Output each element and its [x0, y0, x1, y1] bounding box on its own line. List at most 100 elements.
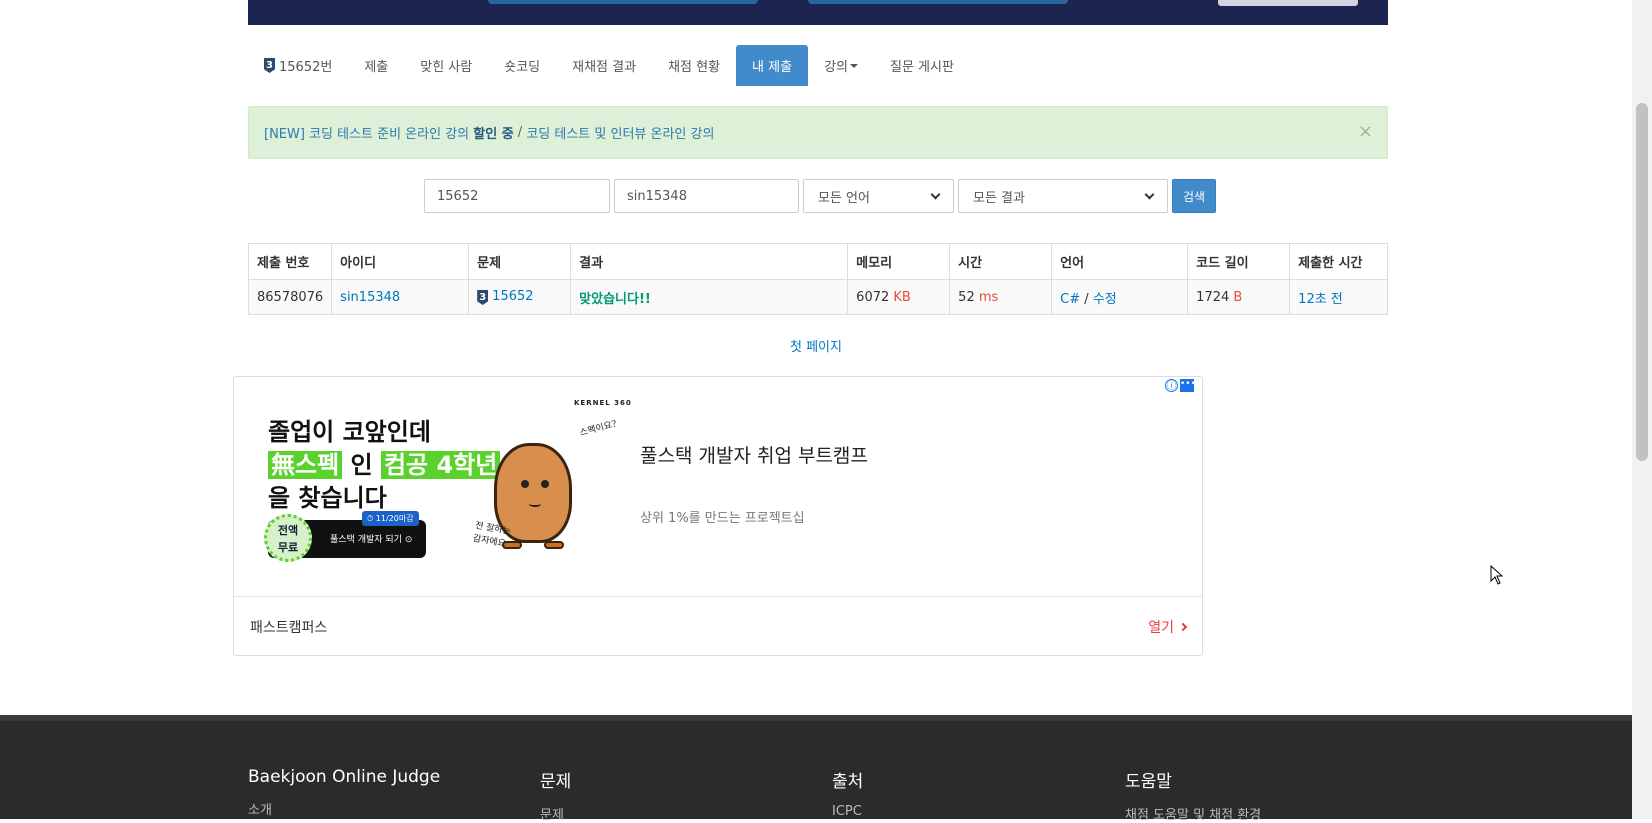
footer-col-sources: 출처 ICPC [832, 767, 863, 819]
tab-solved-users[interactable]: 맞힌 사람 [404, 45, 488, 86]
problem-tabs: 3 15652번 제출 맞힌 사람 숏코딩 재채점 결과 채점 현황 내 제출 … [248, 45, 970, 87]
ad-advertiser: 패스트캠퍼스 [250, 619, 328, 636]
problem-number: 15652 [492, 289, 534, 304]
mascot-foot [544, 541, 564, 549]
alert-text: [NEW] 코딩 테스트 준비 온라인 강의 [264, 127, 474, 142]
tab-label: 15652번 [279, 60, 333, 75]
tab-short-coding[interactable]: 숏코딩 [488, 45, 556, 86]
col-result: 결과 [570, 243, 849, 280]
result-status: 맞았습니다!! [579, 291, 651, 307]
search-button[interactable]: 검색 [1172, 179, 1216, 213]
tab-rejudge-results[interactable]: 재채점 결과 [556, 45, 652, 86]
memory-unit: KB [893, 289, 911, 305]
footer-heading: 출처 [832, 772, 864, 792]
language-link[interactable]: C# [1060, 292, 1080, 307]
tab-lectures-dropdown[interactable]: 강의 [808, 45, 874, 86]
edit-link[interactable]: 수정 [1093, 292, 1117, 307]
submission-table: 제출 번호 아이디 문제 결과 메모리 시간 언어 코드 길이 제출한 시간 8… [247, 243, 1388, 315]
footer-col-help: 도움말 채점 도움말 및 채점 환경 [1125, 767, 1261, 823]
col-language: 언어 [1051, 243, 1189, 280]
col-time: 시간 [949, 243, 1053, 280]
banner-graphic [488, 0, 758, 4]
ad-image[interactable]: KERNEL 360 졸업이 코앞인데 無스펙 인 컴공 4학년 을 찾습니다 … [254, 393, 644, 565]
footer-heading: Baekjoon Online Judge [248, 767, 441, 787]
footer-link-icpc[interactable]: ICPC [832, 804, 863, 819]
language-select[interactable]: 모든 언어 [803, 179, 954, 213]
page-scrollbar[interactable] [1632, 0, 1652, 819]
tab-my-submissions[interactable]: 내 제출 [736, 45, 809, 86]
ad-open-button[interactable]: 열기 [1148, 617, 1188, 637]
mascot-eye [521, 480, 529, 488]
ad-title[interactable]: 풀스택 개발자 취업 부트캠프 [640, 441, 868, 468]
chevron-down-icon [930, 189, 941, 199]
submitted-time-link[interactable]: 12초 전 [1298, 292, 1343, 307]
user-id-input[interactable] [614, 179, 799, 213]
close-icon[interactable]: × [1358, 121, 1373, 142]
ad-open-label: 열기 [1148, 619, 1174, 636]
code-length-cell: 1724 B [1187, 279, 1291, 315]
tab-judge-status[interactable]: 채점 현황 [652, 45, 736, 86]
ad-highlight: 無스펙 [268, 451, 343, 479]
ad-cta-text: 풀스택 개발자 되기 ⊙ [330, 535, 413, 545]
col-submission-id: 제출 번호 [247, 243, 333, 280]
mascot-eye [541, 480, 549, 488]
free-badge: 전액 무료 [264, 514, 312, 562]
col-code-length: 코드 길이 [1187, 243, 1291, 280]
mouse-cursor-icon [1490, 565, 1504, 585]
chevron-right-icon [1178, 622, 1188, 631]
chevron-down-icon [1144, 189, 1155, 199]
col-problem: 문제 [468, 243, 572, 280]
language-separator: / [1080, 291, 1093, 307]
ad-subtitle: 상위 1%를 만드는 프로젝트십 [640, 511, 805, 526]
problem-id-input[interactable] [424, 179, 610, 213]
tab-label: 강의 [824, 60, 848, 75]
memory-value: 6072 [856, 289, 890, 305]
footer-link-about[interactable]: 소개 [248, 799, 440, 818]
ad-headline-3: 을 찾습니다 [268, 484, 387, 512]
first-page-link[interactable]: 첫 페이지 [0, 336, 1632, 355]
col-memory: 메모리 [847, 243, 951, 280]
problem-link[interactable]: 3 15652 [477, 289, 534, 305]
code-length-value: 1724 [1196, 289, 1230, 305]
footer-link-problems[interactable]: 문제 [540, 804, 571, 823]
memory-cell: 6072 KB [847, 279, 951, 315]
sponsored-ad[interactable]: ⓘ ••• KERNEL 360 졸업이 코앞인데 無스펙 인 컴공 4학년 을… [233, 376, 1203, 656]
banner-graphic [1218, 0, 1358, 6]
info-icon[interactable]: ⓘ [1165, 379, 1178, 392]
ad-brand-logo: KERNEL 360 [574, 399, 632, 407]
user-link[interactable]: sin15348 [340, 290, 400, 305]
ad-headline-text: 인 [342, 451, 381, 479]
ad-highlight: 컴공 4학년 [380, 451, 501, 479]
time-cell: 52 ms [949, 279, 1053, 315]
top-banner-ad[interactable] [248, 0, 1388, 25]
banner-graphic [808, 0, 1068, 4]
tab-qna-board[interactable]: 질문 게시판 [874, 45, 970, 86]
more-icon[interactable]: ••• [1180, 379, 1196, 392]
footer-heading: 문제 [540, 772, 572, 792]
ad-scribble: 전 잘하는 감자에요 [472, 521, 512, 550]
tab-submit[interactable]: 제출 [348, 45, 404, 86]
result-select[interactable]: 모든 결과 [958, 179, 1168, 213]
ad-headline-2: 無스펙 인 컴공 4학년 [268, 450, 501, 480]
tab-problem[interactable]: 3 15652번 [248, 45, 348, 86]
ad-choices[interactable]: ⓘ ••• [1165, 379, 1196, 392]
promo-link-interview[interactable]: 코딩 테스트 및 인터뷰 온라인 강의 [526, 123, 714, 142]
scrollbar-thumb[interactable] [1636, 103, 1648, 461]
footer-link-judge-help[interactable]: 채점 도움말 및 채점 환경 [1125, 804, 1261, 823]
table-header-row: 제출 번호 아이디 문제 결과 메모리 시간 언어 코드 길이 제출한 시간 [247, 243, 1388, 280]
promo-link-lecture[interactable]: [NEW] 코딩 테스트 준비 온라인 강의 할인 중 [264, 123, 514, 142]
mascot-mouth [529, 501, 541, 507]
col-submitted-time: 제출한 시간 [1289, 243, 1388, 280]
ad-headline-1: 졸업이 코앞인데 [268, 418, 431, 446]
language-cell: C# / 수정 [1051, 279, 1189, 315]
time-unit: ms [978, 289, 999, 305]
tier-badge-icon: 3 [477, 290, 489, 305]
promo-alert: [NEW] 코딩 테스트 준비 온라인 강의 할인 중 / 코딩 테스트 및 인… [248, 106, 1388, 159]
footer-col-boj: Baekjoon Online Judge 소개 [248, 767, 440, 818]
result-select-value: 모든 결과 [973, 190, 1025, 206]
tier-badge-icon: 3 [264, 58, 275, 73]
ad-scribble: 스펙이요? [578, 419, 618, 439]
code-length-unit: B [1233, 289, 1243, 305]
alert-separator: / [513, 125, 527, 140]
col-user: 아이디 [331, 243, 470, 280]
